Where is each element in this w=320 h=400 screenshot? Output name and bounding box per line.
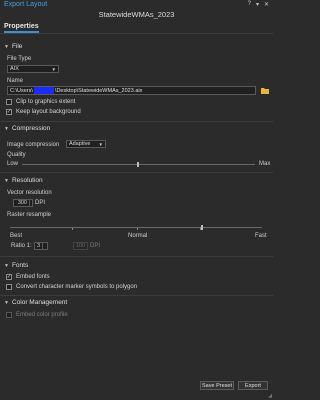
window-title: Export Layout [4, 1, 48, 8]
raster-resample-label: Raster resample [7, 212, 52, 218]
tab-properties[interactable]: Properties [4, 23, 39, 33]
image-compression-label: Image compression [7, 142, 60, 148]
file-type-dropdown[interactable]: AIX ▼ [7, 65, 59, 73]
section-file-header[interactable]: ▼ File [4, 43, 22, 50]
divider [0, 256, 273, 257]
redacted-block [33, 87, 54, 94]
embed-profile-label: Embed color profile [16, 312, 68, 318]
section-file-title: File [11, 43, 23, 50]
quality-label: Quality [7, 152, 26, 158]
file-path-suffix: \Desktop\StatewideWMAs_2023.aix [54, 87, 143, 94]
chevron-down-icon: ▼ [51, 66, 56, 72]
ratio-dpi-value: 100 [75, 243, 85, 249]
vector-resolution-input[interactable]: 300 [13, 199, 30, 207]
quality-max-label: Max [259, 161, 271, 167]
clip-extent-label: Clip to graphics extent [16, 99, 76, 105]
embed-fonts-checkbox[interactable]: ✓ [6, 274, 12, 280]
raster-fast-label: Fast [255, 233, 267, 239]
embed-profile-checkbox [6, 312, 12, 318]
vector-resolution-label: Vector resolution [7, 190, 52, 196]
ratio-label: Ratio 1: [11, 243, 32, 249]
raster-best-label: Best [10, 233, 23, 239]
section-fonts-title: Fonts [11, 262, 29, 269]
ratio-spinner[interactable] [43, 242, 48, 250]
save-preset-button[interactable]: Save Preset [200, 381, 234, 390]
help-icon[interactable]: ? [248, 1, 251, 8]
document-title: StatewideWMAs_2023 [98, 10, 175, 19]
vector-resolution-value: 300 [17, 200, 27, 206]
ratio-dpi-unit: DPI [90, 243, 101, 249]
browse-folder-icon[interactable] [261, 87, 269, 94]
convert-markers-checkbox[interactable] [6, 284, 12, 290]
raster-normal-label: Normal [128, 233, 148, 239]
quality-low-label: Low [7, 161, 19, 167]
vector-resolution-unit: DPI [35, 200, 46, 206]
ratio-dpi-input: 100 [73, 242, 88, 250]
raster-tick [137, 228, 138, 230]
window-controls: ? ▾ ✕ [248, 1, 269, 8]
embed-fonts-label: Embed fonts [16, 274, 50, 280]
divider [0, 172, 273, 173]
chevron-down-icon: ▼ [98, 141, 103, 147]
convert-markers-row[interactable]: Convert character marker symbols to poly… [6, 284, 137, 290]
menu-chevron-icon[interactable]: ▾ [256, 1, 259, 8]
embed-profile-row: Embed color profile [6, 312, 68, 318]
section-compression-title: Compression [11, 125, 51, 132]
keep-background-checkbox[interactable]: ✓ [6, 109, 12, 115]
divider [0, 295, 273, 296]
section-fonts-header[interactable]: ▼ Fonts [4, 262, 28, 269]
file-path-prefix: C:\Users\ [10, 87, 33, 94]
section-color-title: Color Management [11, 299, 68, 306]
ratio-value: 3 [36, 243, 40, 249]
collapse-caret-icon: ▼ [4, 177, 9, 184]
close-icon[interactable]: ✕ [264, 1, 269, 8]
keep-background-row[interactable]: ✓ Keep layout background [6, 109, 81, 115]
file-name-input[interactable]: C:\Users\ \Desktop\StatewideWMAs_2023.ai… [7, 86, 256, 95]
ratio-input[interactable]: 3 [34, 242, 43, 250]
raster-slider-thumb[interactable] [201, 225, 203, 230]
quality-slider-thumb[interactable] [137, 162, 139, 167]
clip-extent-checkbox[interactable] [6, 99, 12, 105]
export-button[interactable]: Export [238, 381, 268, 390]
divider [0, 121, 273, 122]
collapse-caret-icon: ▼ [4, 262, 9, 269]
name-label: Name [7, 78, 24, 84]
image-compression-value: Adaptive [69, 141, 91, 147]
embed-fonts-row[interactable]: ✓ Embed fonts [6, 274, 50, 280]
image-compression-dropdown[interactable]: Adaptive ▼ [66, 140, 106, 148]
section-resolution-header[interactable]: ▼ Resolution [4, 177, 43, 184]
section-compression-header[interactable]: ▼ Compression [4, 125, 50, 132]
file-type-label: File Type [7, 56, 32, 62]
clip-extent-row[interactable]: Clip to graphics extent [6, 99, 75, 105]
vector-spinner[interactable] [30, 199, 33, 207]
convert-markers-label: Convert character marker symbols to poly… [16, 284, 138, 290]
section-resolution-title: Resolution [11, 177, 43, 184]
raster-tick [72, 228, 73, 230]
keep-background-label: Keep layout background [16, 109, 81, 115]
resize-grip-icon[interactable]: ◢ [268, 393, 272, 399]
collapse-caret-icon: ▼ [4, 43, 9, 50]
window-titlebar: Export Layout ? ▾ ✕ [0, 0, 273, 9]
section-color-header[interactable]: ▼ Color Management [4, 299, 67, 306]
file-type-value: AIX [10, 66, 19, 72]
tab-bar: Properties [0, 22, 273, 34]
raster-slider-track[interactable] [10, 227, 262, 228]
collapse-caret-icon: ▼ [4, 125, 9, 132]
collapse-caret-icon: ▼ [4, 299, 9, 306]
